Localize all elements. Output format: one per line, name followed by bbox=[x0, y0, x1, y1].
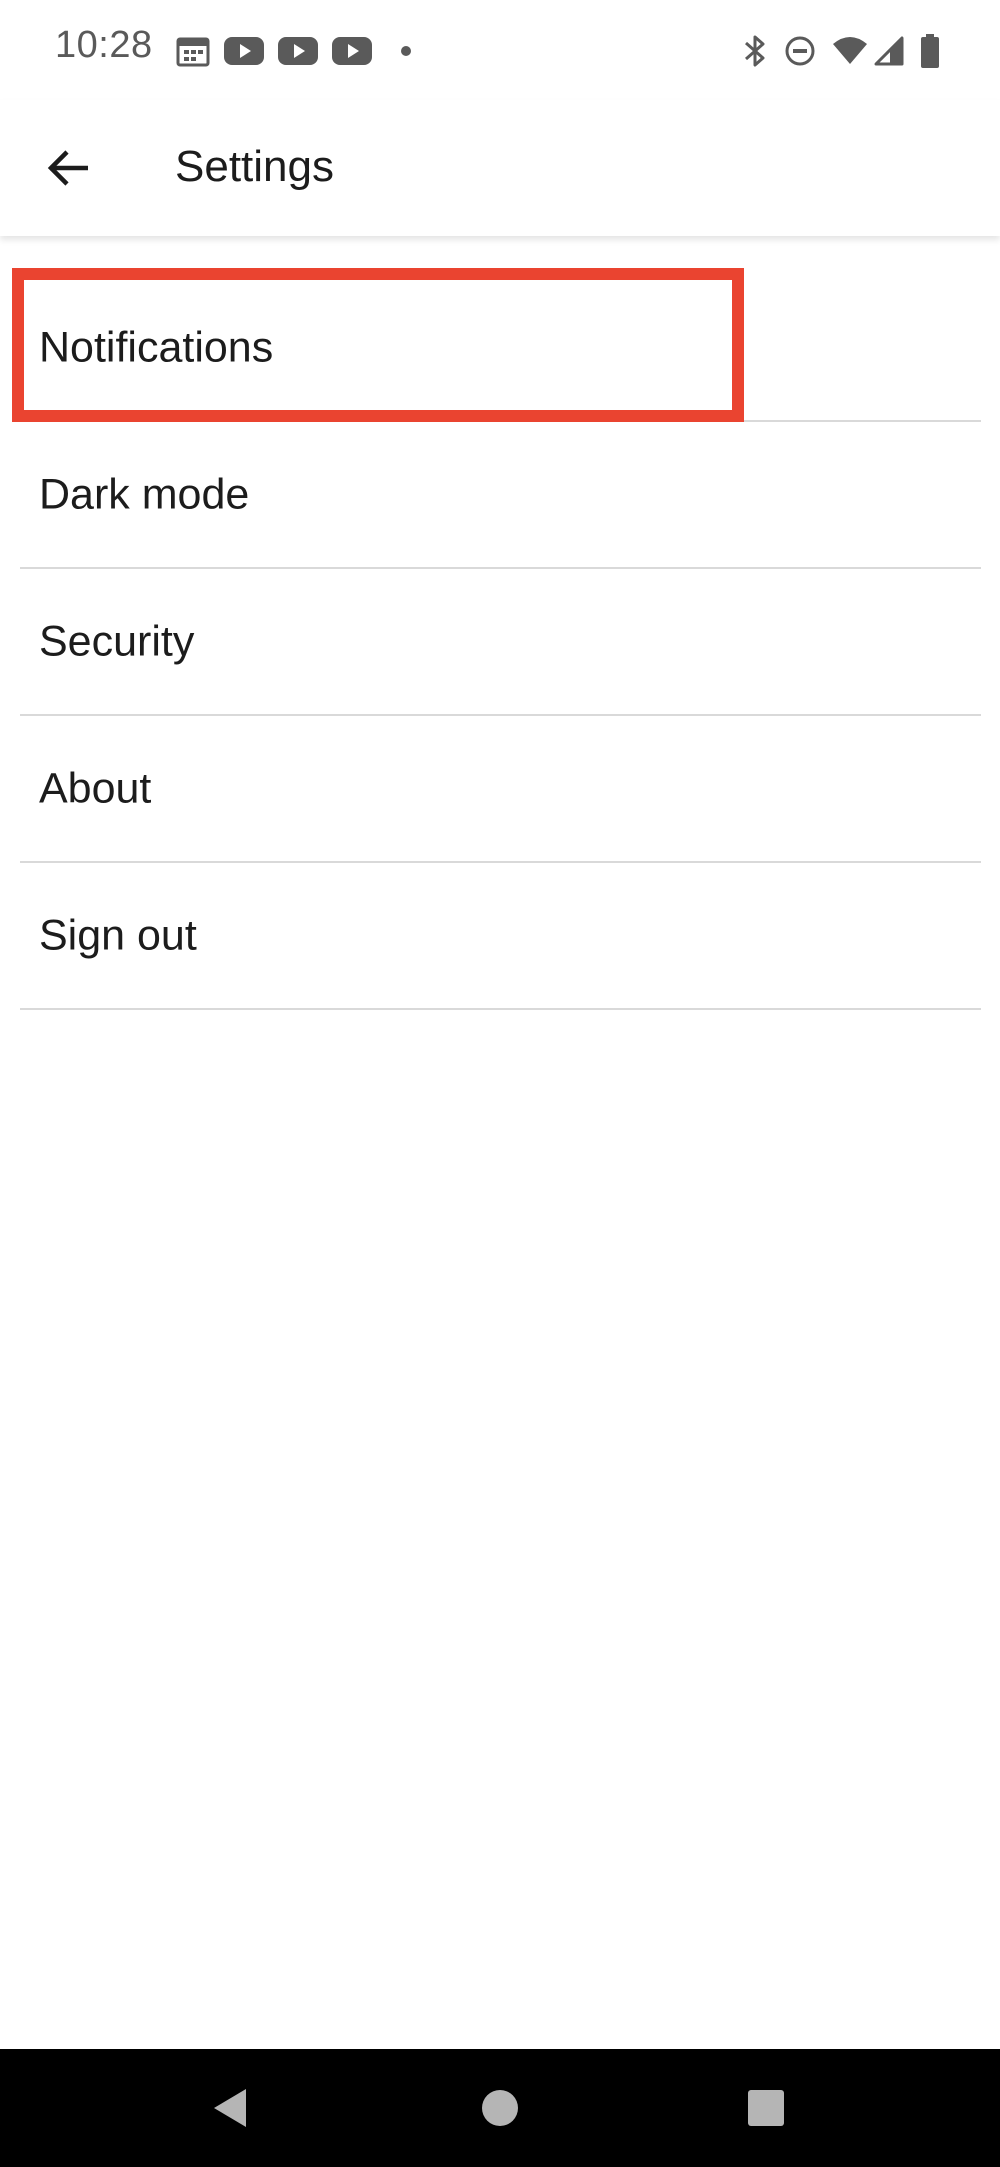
cell-signal-icon bbox=[874, 36, 904, 66]
youtube-icon bbox=[332, 36, 372, 66]
youtube-icon bbox=[278, 36, 318, 66]
calendar-icon bbox=[176, 35, 210, 67]
nav-back-button[interactable] bbox=[170, 2049, 290, 2167]
settings-item-notifications[interactable]: Notifications bbox=[20, 275, 981, 422]
settings-item-dark-mode[interactable]: Dark mode bbox=[20, 422, 981, 569]
settings-item-label: Dark mode bbox=[39, 470, 250, 518]
status-system-icons bbox=[742, 32, 940, 70]
youtube-icon bbox=[224, 36, 264, 66]
system-nav-bar bbox=[0, 2049, 1000, 2167]
settings-item-security[interactable]: Security bbox=[20, 569, 981, 716]
status-time: 10:28 bbox=[55, 24, 153, 66]
settings-list: Notifications Dark mode Security About S… bbox=[0, 275, 1000, 1010]
settings-item-label: Security bbox=[39, 617, 195, 665]
screen: 10:28 Settings Notifications Dark mode S… bbox=[0, 0, 1000, 2167]
bluetooth-icon bbox=[742, 34, 768, 68]
settings-item-label: About bbox=[39, 764, 152, 812]
do-not-disturb-icon bbox=[784, 35, 816, 67]
nav-home-button[interactable] bbox=[440, 2049, 560, 2167]
settings-item-label: Sign out bbox=[39, 911, 197, 959]
arrow-back-icon bbox=[46, 148, 90, 188]
nav-recents-button[interactable] bbox=[706, 2049, 826, 2167]
page-title: Settings bbox=[175, 142, 334, 191]
home-circle-icon bbox=[480, 2088, 520, 2128]
settings-item-sign-out[interactable]: Sign out bbox=[20, 863, 981, 1010]
dot-icon bbox=[400, 45, 412, 57]
settings-item-about[interactable]: About bbox=[20, 716, 981, 863]
status-bar: 10:28 bbox=[0, 0, 1000, 100]
back-button[interactable] bbox=[38, 138, 98, 198]
recents-square-icon bbox=[747, 2089, 785, 2127]
settings-item-label: Notifications bbox=[39, 323, 274, 371]
status-notification-icons bbox=[176, 34, 412, 68]
app-bar: Settings bbox=[0, 100, 1000, 236]
back-triangle-icon bbox=[210, 2087, 250, 2129]
wifi-icon bbox=[832, 36, 868, 66]
battery-icon bbox=[920, 34, 940, 68]
